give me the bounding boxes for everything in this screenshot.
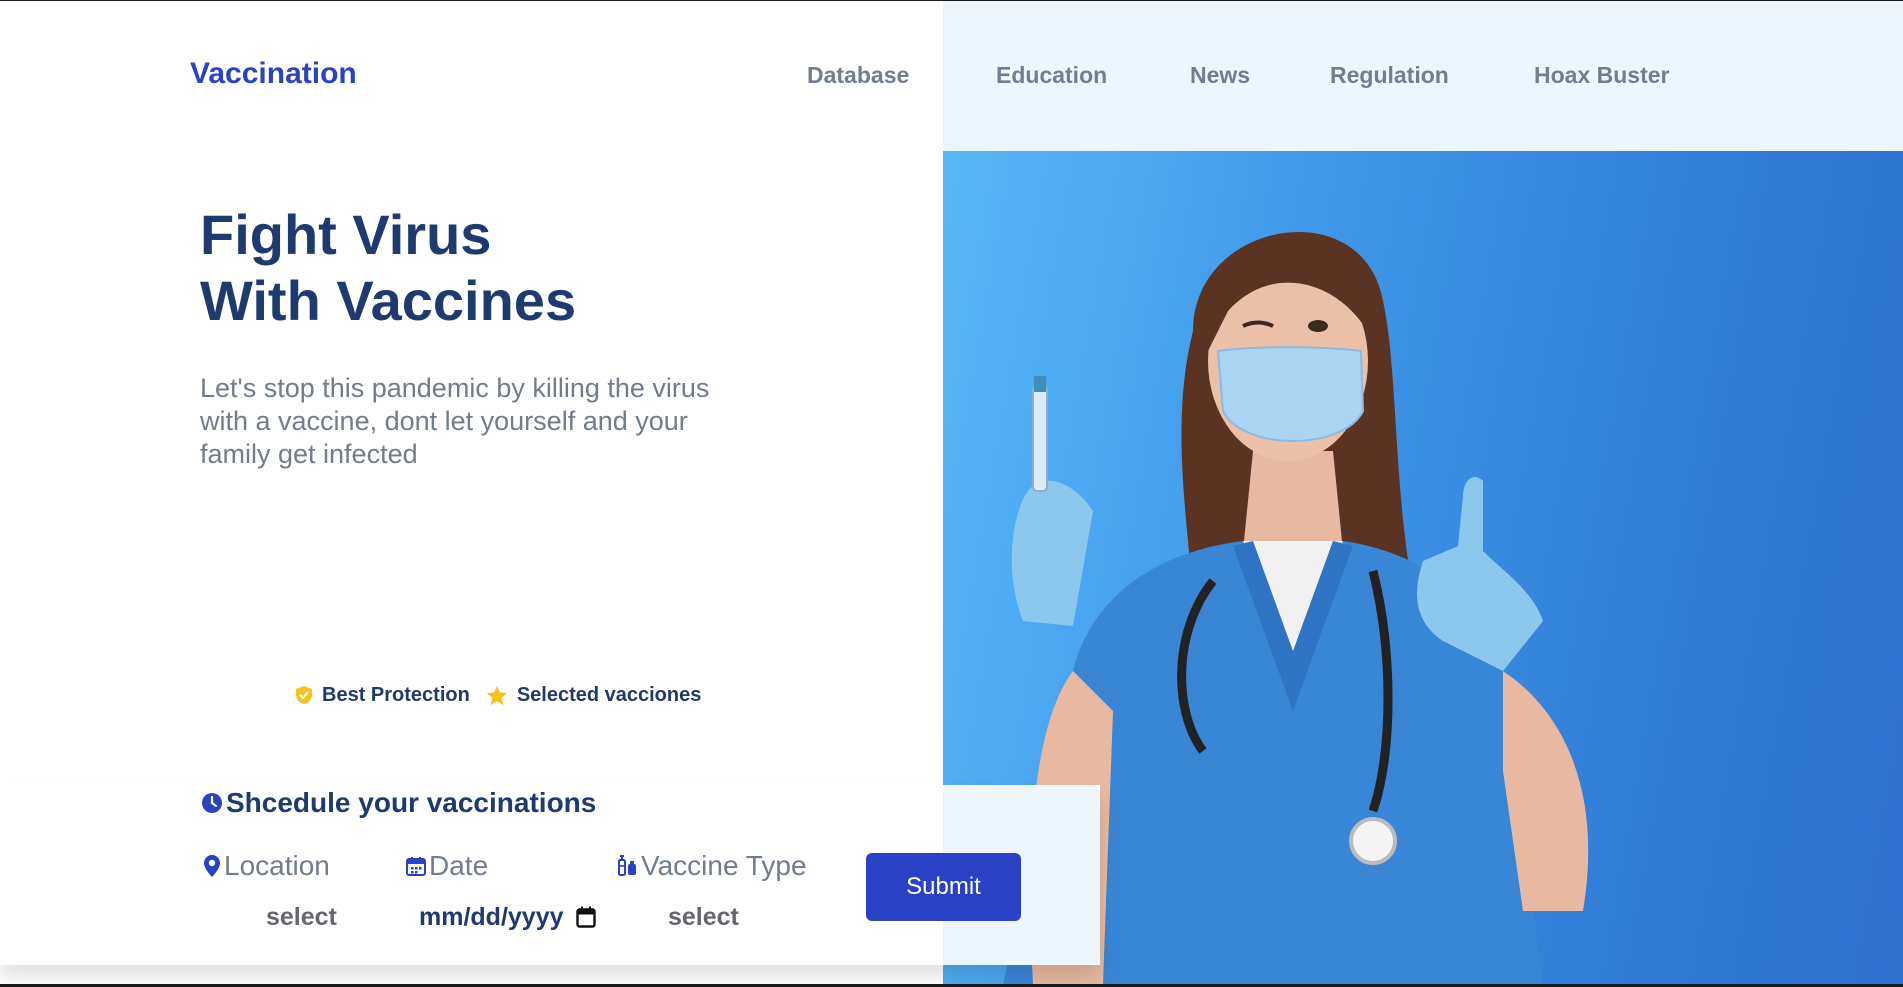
syringe-icon [618,855,636,876]
location-label-text: Location [224,850,330,881]
vaccine-type-select[interactable]: select [668,902,739,932]
date-input-value: mm/dd/yyyy [419,902,564,931]
hero-description: Let's stop this pandemic by killing the … [200,373,710,469]
calendar-picker-icon[interactable] [575,906,596,928]
hero-title-line-2: With Vaccines [200,269,577,332]
nav-link-regulation[interactable]: Regulation [1330,62,1449,89]
schedule-title: Shcedule your vaccinations [201,785,596,821]
main-nav: Database Education News Regulation Hoax … [0,62,1903,92]
star-icon [486,685,507,705]
schedule-title-text: Shcedule your vaccinations [226,787,597,818]
location-label: Location [203,850,330,882]
feature-best-protection: Best Protection [295,684,470,707]
date-label-text: Date [429,850,489,881]
date-label: Date [406,850,488,882]
nav-link-database[interactable]: Database [807,62,909,89]
location-select[interactable]: select [266,902,337,932]
nav-link-news[interactable]: News [1190,62,1250,89]
vaccine-type-label-text: Vaccine Type [641,850,807,881]
date-input[interactable]: mm/dd/yyyy [419,902,596,932]
nav-link-hoax-buster[interactable]: Hoax Buster [1534,62,1669,89]
submit-button[interactable]: Submit [866,853,1021,921]
feature-list: Best Protection Selected vacciones [295,680,701,710]
map-pin-icon [204,855,220,877]
feature-label: Best Protection [322,683,470,706]
vaccine-type-label: Vaccine Type [616,850,807,882]
nav-link-education[interactable]: Education [996,62,1107,89]
clock-icon [202,793,222,813]
calendar-icon [406,857,426,876]
hero-title: Fight Virus With Vaccines [200,202,760,334]
hero-title-line-1: Fight Virus [200,203,492,266]
feature-selected-vaccines: Selected vacciones [486,683,702,707]
feature-label: Selected vacciones [516,683,702,706]
shield-check-icon [296,686,312,704]
